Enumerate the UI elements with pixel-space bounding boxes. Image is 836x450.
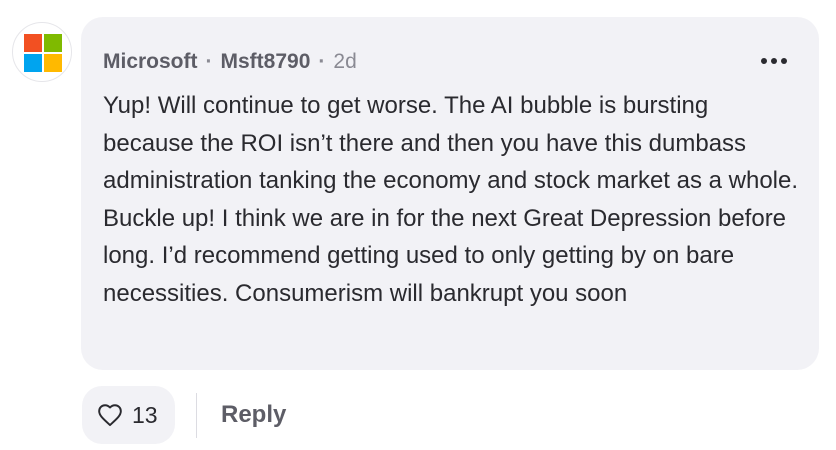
like-count: 13 <box>132 402 158 428</box>
comment-bubble: Microsoft · Msft8790 · 2d Yup! Will continue… <box>81 17 819 370</box>
meta-separator: · <box>318 50 326 73</box>
author-handle[interactable]: Msft8790 <box>221 50 311 73</box>
heart-icon <box>98 404 122 427</box>
avatar[interactable] <box>12 22 72 82</box>
comment-card: Microsoft · Msft8790 · 2d Yup! Will continue… <box>0 0 836 450</box>
reply-button[interactable]: Reply <box>221 401 286 429</box>
more-options-icon[interactable] <box>761 55 787 67</box>
author-name[interactable]: Microsoft <box>103 50 198 73</box>
microsoft-logo-icon <box>24 34 62 72</box>
comment-meta: Microsoft · Msft8790 · 2d <box>103 49 357 75</box>
like-button[interactable]: 13 <box>82 386 175 444</box>
comment-body: Yup! Will continue to get worse. The AI … <box>103 92 799 307</box>
timestamp: 2d <box>333 50 357 73</box>
action-divider <box>196 393 197 438</box>
meta-separator: · <box>205 50 213 73</box>
